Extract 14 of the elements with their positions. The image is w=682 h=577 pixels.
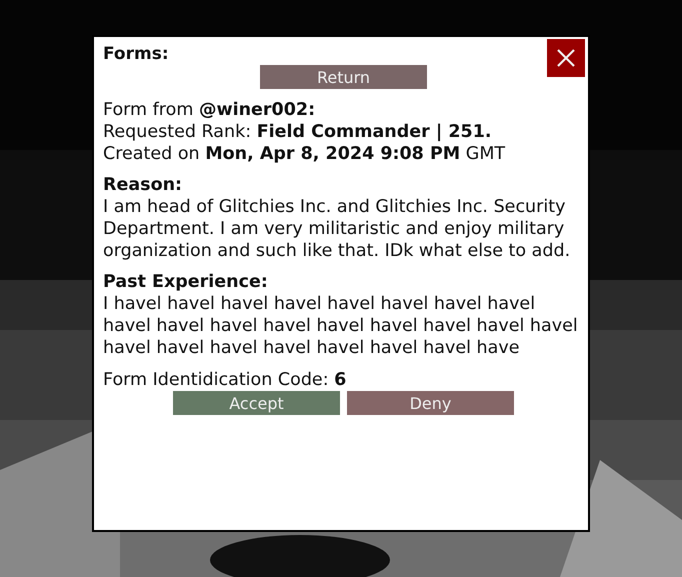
return-button[interactable]: Return bbox=[260, 65, 427, 89]
accept-button[interactable]: Accept bbox=[173, 391, 340, 415]
deny-button[interactable]: Deny bbox=[347, 391, 514, 415]
section-heading: Reason: bbox=[103, 175, 184, 196]
detail-line: Created on Mon, Apr 8, 2024 9:08 PM GMT bbox=[103, 143, 506, 165]
code-line: Form Identidication Code: 6 bbox=[103, 369, 348, 391]
close-icon bbox=[556, 48, 576, 68]
section-text: I am head of Glitchies Inc. and Glitchies Inc. Security Department. I am very militaristic and enjoy military organization and such like that. IDk what else to add. bbox=[103, 196, 572, 262]
detail-line: Form from @winer002: bbox=[103, 99, 316, 121]
section-text: I havel havel havel havel havel havel havel havel havel havel havel havel havel havel havel havel havel havel havel havel havel havel havel havel have bbox=[103, 293, 579, 359]
detail-line: Requested Rank: Field Commander | 251. bbox=[103, 121, 493, 143]
panel-title: Forms: bbox=[103, 43, 169, 65]
section-heading: Past Experience: bbox=[103, 272, 269, 293]
close-button[interactable] bbox=[547, 39, 585, 77]
